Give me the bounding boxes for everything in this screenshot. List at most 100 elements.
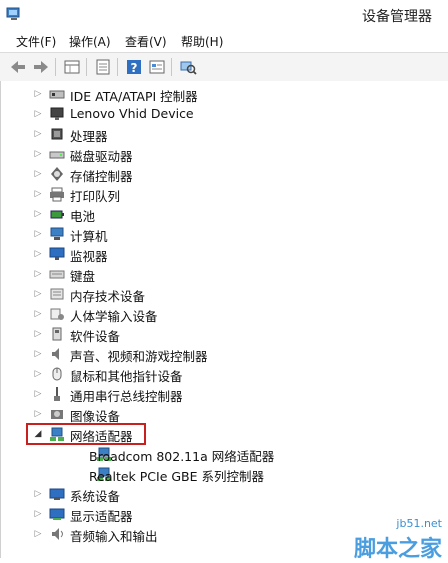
tree-item-label: 处理器 [70,129,108,144]
tree-item-label: 声音、视频和游戏控制器 [70,349,208,364]
tree-item-label: 监视器 [70,249,108,264]
tree-category-item[interactable]: ▷ 键盘 [1,264,441,284]
tree-item-label: Lenovo Vhid Device [70,106,194,121]
expand-arrow-icon[interactable]: ▷ [33,188,43,200]
expand-arrow-icon[interactable]: ▷ [33,348,43,360]
battery-icon [49,206,65,222]
tree-item-label: Broadcom 802.11a 网络适配器 [89,449,275,464]
tree-category-item[interactable]: ▷ 磁盘驱动器 [1,144,441,164]
monitor-icon [49,246,65,262]
tree-category-item[interactable]: ▷ 系统设备 [1,484,441,504]
expand-arrow-icon[interactable]: ▷ [33,328,43,340]
expand-arrow-icon[interactable]: ▷ [33,168,43,180]
device-list-icon[interactable] [93,57,113,77]
tree-item-label: Realtek PCIe GBE 系列控制器 [89,469,265,484]
expand-arrow-icon[interactable]: ▷ [33,88,43,100]
expand-arrow-icon[interactable]: ▷ [33,108,43,120]
expand-arrow-icon[interactable]: ▷ [33,388,43,400]
expand-arrow-icon[interactable]: ▷ [33,268,43,280]
tree-category-item[interactable]: ▷ 显示适配器 [1,504,441,524]
tree-item-label: 人体学输入设备 [70,309,158,324]
tree-child-item[interactable]: Realtek PCIe GBE 系列控制器 [1,464,441,484]
tree-category-item[interactable]: ▷ 内存技术设备 [1,284,441,304]
expand-arrow-icon[interactable]: ▷ [33,288,43,300]
toolbar: ? [0,52,448,82]
usb-icon [49,386,65,402]
window-title: 设备管理器 [362,9,432,25]
speaker-icon [49,346,65,362]
storage-controller-icon [49,166,65,182]
title-bar: 设备管理器 [0,0,448,30]
software-device-icon [49,326,65,342]
tree-category-item[interactable]: ▷ 声音、视频和游戏控制器 [1,344,441,364]
expand-arrow-icon[interactable]: ▷ [33,308,43,320]
monitor-device-icon [49,106,65,122]
mouse-icon [49,366,65,382]
tree-category-item[interactable]: ▷ 电池 [1,204,441,224]
tree-item-label: 系统设备 [70,489,121,504]
tree-item-label: 磁盘驱动器 [70,149,133,164]
tree-item-label: 键盘 [70,269,96,284]
details-icon[interactable] [147,57,167,77]
tree-category-item[interactable]: ▷ 人体学输入设备 [1,304,441,324]
tree-child-item[interactable]: Broadcom 802.11a 网络适配器 [1,444,441,464]
watermark-logo: 脚本之家 [353,537,442,562]
scan-hardware-icon[interactable] [178,57,198,77]
display-adapter-icon [49,506,65,522]
expand-arrow-icon[interactable]: ▷ [33,408,43,420]
forward-icon[interactable] [31,57,51,77]
menu-bar: 文件(F) 操作(A) 查看(V) 帮助(H) [0,30,448,52]
properties-grid-icon[interactable] [62,57,82,77]
menu-action[interactable]: 操作(A) [69,33,111,50]
tree-category-item[interactable]: ▷ Lenovo Vhid Device [1,104,441,124]
help-icon[interactable]: ? [124,57,144,77]
expand-arrow-icon[interactable]: ▷ [33,148,43,160]
back-icon[interactable] [8,57,28,77]
tree-item-label: 电池 [70,209,96,224]
tree-category-item[interactable]: ▷ 计算机 [1,224,441,244]
printer-icon [49,186,65,202]
disk-drive-icon [49,146,65,162]
expand-arrow-icon[interactable]: ▷ [33,128,43,140]
tree-category-item[interactable]: ▷ 监视器 [1,244,441,264]
menu-file[interactable]: 文件(F) [16,33,56,50]
toolbar-separator [55,58,56,76]
tree-category-item[interactable]: ▷ 存储控制器 [1,164,441,184]
tree-item-label: 存储控制器 [70,169,133,184]
toolbar-separator [86,58,87,76]
keyboard-icon [49,266,65,282]
tree-item-label: 内存技术设备 [70,289,146,304]
expand-arrow-icon[interactable]: ▷ [33,528,43,540]
tree-category-item[interactable]: ▷ 通用串行总线控制器 [1,384,441,404]
tree-category-item[interactable]: ▷ IDE ATA/ATAPI 控制器 [1,84,441,104]
expand-arrow-icon[interactable]: ▷ [33,228,43,240]
expand-arrow-icon[interactable]: ▷ [33,248,43,260]
device-tree: ▷ IDE ATA/ATAPI 控制器 ▷ Lenovo Vhid Device ▷ 处理… [0,81,448,558]
audio-io-icon [49,526,65,542]
memory-device-icon [49,286,65,302]
tree-category-item[interactable]: ▷ 处理器 [1,124,441,144]
tree-item-label: 计算机 [70,229,108,244]
toolbar-separator [117,58,118,76]
expand-arrow-icon[interactable]: ▷ [33,488,43,500]
expand-arrow-icon[interactable]: ▷ [33,508,43,520]
tree-item-label: 软件设备 [70,329,121,344]
menu-help[interactable]: 帮助(H) [181,33,223,50]
tree-category-item[interactable]: ▷ 图像设备 [1,404,441,424]
tree-category-item[interactable]: ▷ 鼠标和其他指针设备 [1,364,441,384]
camera-icon [49,406,65,422]
expand-arrow-icon[interactable]: ▷ [33,368,43,380]
expand-arrow-icon[interactable]: ▷ [33,208,43,220]
highlight-annotation-box [26,423,146,445]
ide-controller-icon [49,86,65,102]
hid-icon [49,306,65,322]
device-manager-app-icon [6,6,22,22]
tree-category-item[interactable]: ▷ 打印队列 [1,184,441,204]
tree-item-label: 鼠标和其他指针设备 [70,369,183,384]
system-device-icon [49,486,65,502]
watermark-url: jb51.net [396,517,442,530]
tree-category-item[interactable]: ▷ 软件设备 [1,324,441,344]
tree-item-label: 通用串行总线控制器 [70,389,183,404]
tree-item-label: 音频输入和输出 [70,529,158,544]
menu-view[interactable]: 查看(V) [125,33,167,50]
